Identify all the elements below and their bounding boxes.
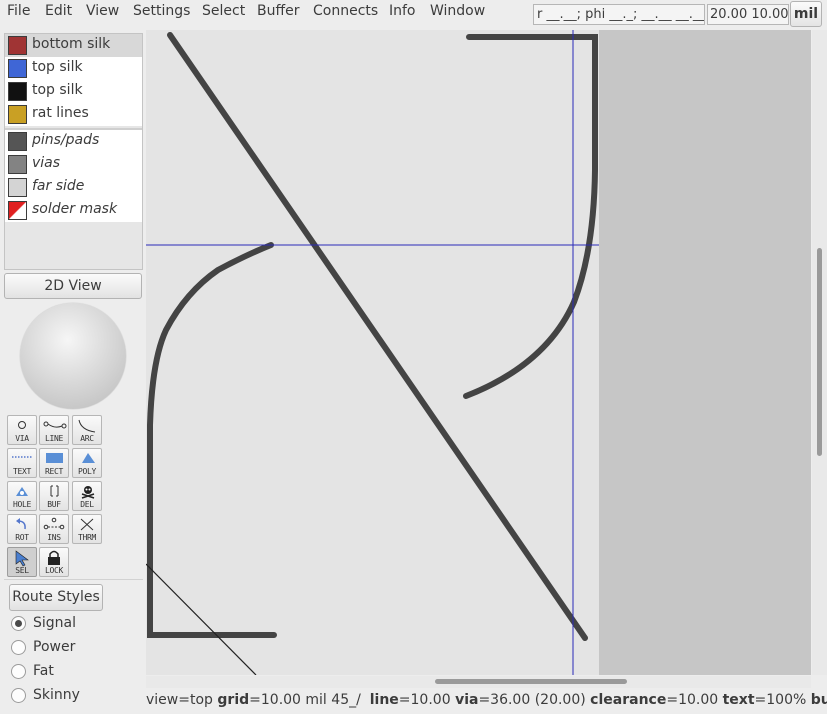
menu-window[interactable]: Window [430,3,485,19]
route-style-signal-label[interactable]: Signal [33,615,76,631]
layer-top-silk-2[interactable]: top silk [5,80,142,103]
rect-tool[interactable]: RECT [39,448,69,478]
rotate-tool[interactable]: ROT [7,514,37,544]
tool-label: ARC [80,434,94,443]
route-style-skinny-label[interactable]: Skinny [33,687,80,703]
layer-list: bottom silk top silk top silk rat lines … [4,33,143,270]
line-tool[interactable]: LINE [39,415,69,445]
layer-label: pins/pads [32,132,100,148]
status-clearance-key: clearance [590,692,667,708]
horizontal-scroll-thumb[interactable] [435,679,627,684]
route-style-fat-radio[interactable] [11,664,26,679]
status-text-key: text [722,692,755,708]
status-via-key: via [455,692,479,708]
layer-color-swatch[interactable] [8,59,27,78]
lock-tool[interactable]: LOCK [39,547,69,577]
board-area [146,30,599,675]
status-view-value: top [189,692,213,708]
route-style-skinny-radio[interactable] [11,688,26,703]
tool-label: HOLE [12,500,32,509]
polar-coordinate-readout: r __.__; phi __._; __.__ __.__ [533,4,705,25]
board-drawing[interactable] [146,30,811,675]
cursor-position-readout: 20.00 10.00 [707,4,789,25]
layer-pins-pads[interactable]: pins/pads [5,130,142,153]
menu-select[interactable]: Select [202,3,245,19]
thermal-tool[interactable]: THRM [72,514,102,544]
unit-toggle-button[interactable]: mil [790,1,822,27]
tool-label: THRM [77,533,97,542]
status-bar: view=top grid=10.00 mil 45_/ line=10.00 … [146,692,827,712]
divider [4,579,143,580]
route-style-power-radio[interactable] [11,640,26,655]
vertical-scroll-thumb[interactable] [817,248,822,456]
layer-color-swatch[interactable] [8,36,27,55]
layer-color-swatch[interactable] [8,155,27,174]
menu-connects[interactable]: Connects [313,3,378,19]
layer-label: top silk [32,59,83,75]
layer-label: rat lines [32,105,89,121]
layer-label: top silk [32,82,83,98]
poly-tool[interactable]: POLY [72,448,102,478]
layer-color-swatch[interactable] [8,201,27,220]
layer-color-swatch[interactable] [8,82,27,101]
radio-selected-dot [15,620,22,627]
tool-label: VIA [15,434,29,443]
via-tool[interactable]: VIA [7,415,37,445]
layer-color-swatch[interactable] [8,105,27,124]
insert-point-tool[interactable]: INS [39,514,69,544]
menu-view[interactable]: View [86,3,119,19]
status-buffer-key: buffer [810,692,827,708]
tool-label: RECT [44,467,64,476]
status-grid-value: 10.00 mil [260,692,327,708]
tool-label: INS [47,533,61,542]
layer-color-swatch[interactable] [8,178,27,197]
status-via-value: 36.00 (20.00) [490,692,586,708]
status-line-value: 10.00 [410,692,451,708]
status-clearance-value: 10.00 [678,692,719,708]
route-style-fat-label[interactable]: Fat [33,663,54,679]
buffer-tool[interactable]: BUF [39,481,69,511]
layer-label: solder mask [32,201,118,217]
route-style-power-label[interactable]: Power [33,639,75,655]
hole-tool[interactable]: HOLE [7,481,37,511]
2d-view-button[interactable]: 2D View [4,273,142,299]
route-style-signal-radio[interactable] [11,616,26,631]
status-line-key: line [369,692,399,708]
status-angle: 45_/ [331,692,361,708]
status-text-value: 100% [766,692,807,708]
menu-settings[interactable]: Settings [133,3,190,19]
route-styles-button[interactable]: Route Styles [9,584,103,611]
arc-tool[interactable]: ARC [72,415,102,445]
layer-color-swatch[interactable] [8,132,27,151]
menu-buffer[interactable]: Buffer [257,3,300,19]
layer-far-side[interactable]: far side [5,176,142,199]
delete-tool[interactable]: DEL [72,481,102,511]
layer-label: bottom silk [32,36,111,52]
status-view-key: view [146,692,179,708]
layer-bottom-silk[interactable]: bottom silk [5,34,142,57]
menu-info[interactable]: Info [389,3,416,19]
tool-label: ROT [15,533,29,542]
tool-label: LOCK [44,566,64,575]
layer-solder-mask[interactable]: solder mask [5,199,142,222]
tool-label: DEL [80,500,94,509]
select-tool[interactable]: SEL [7,547,37,577]
menu-file[interactable]: File [7,3,30,19]
menu-edit[interactable]: Edit [45,3,72,19]
tool-label: POLY [77,467,97,476]
layer-rat-lines[interactable]: rat lines [5,103,142,126]
pcb-canvas[interactable] [146,30,811,675]
layer-label: far side [32,178,85,194]
layer-vias[interactable]: vias [5,153,142,176]
tool-label: LINE [44,434,64,443]
text-tool[interactable]: TEXT [7,448,37,478]
view-rotation-ball[interactable] [20,303,126,409]
tool-label: BUF [47,500,61,509]
status-grid-key: grid [217,692,250,708]
layer-label: vias [32,155,61,171]
layer-top-silk[interactable]: top silk [5,57,142,80]
tool-label: SEL [15,566,29,575]
tool-label: TEXT [12,467,32,476]
